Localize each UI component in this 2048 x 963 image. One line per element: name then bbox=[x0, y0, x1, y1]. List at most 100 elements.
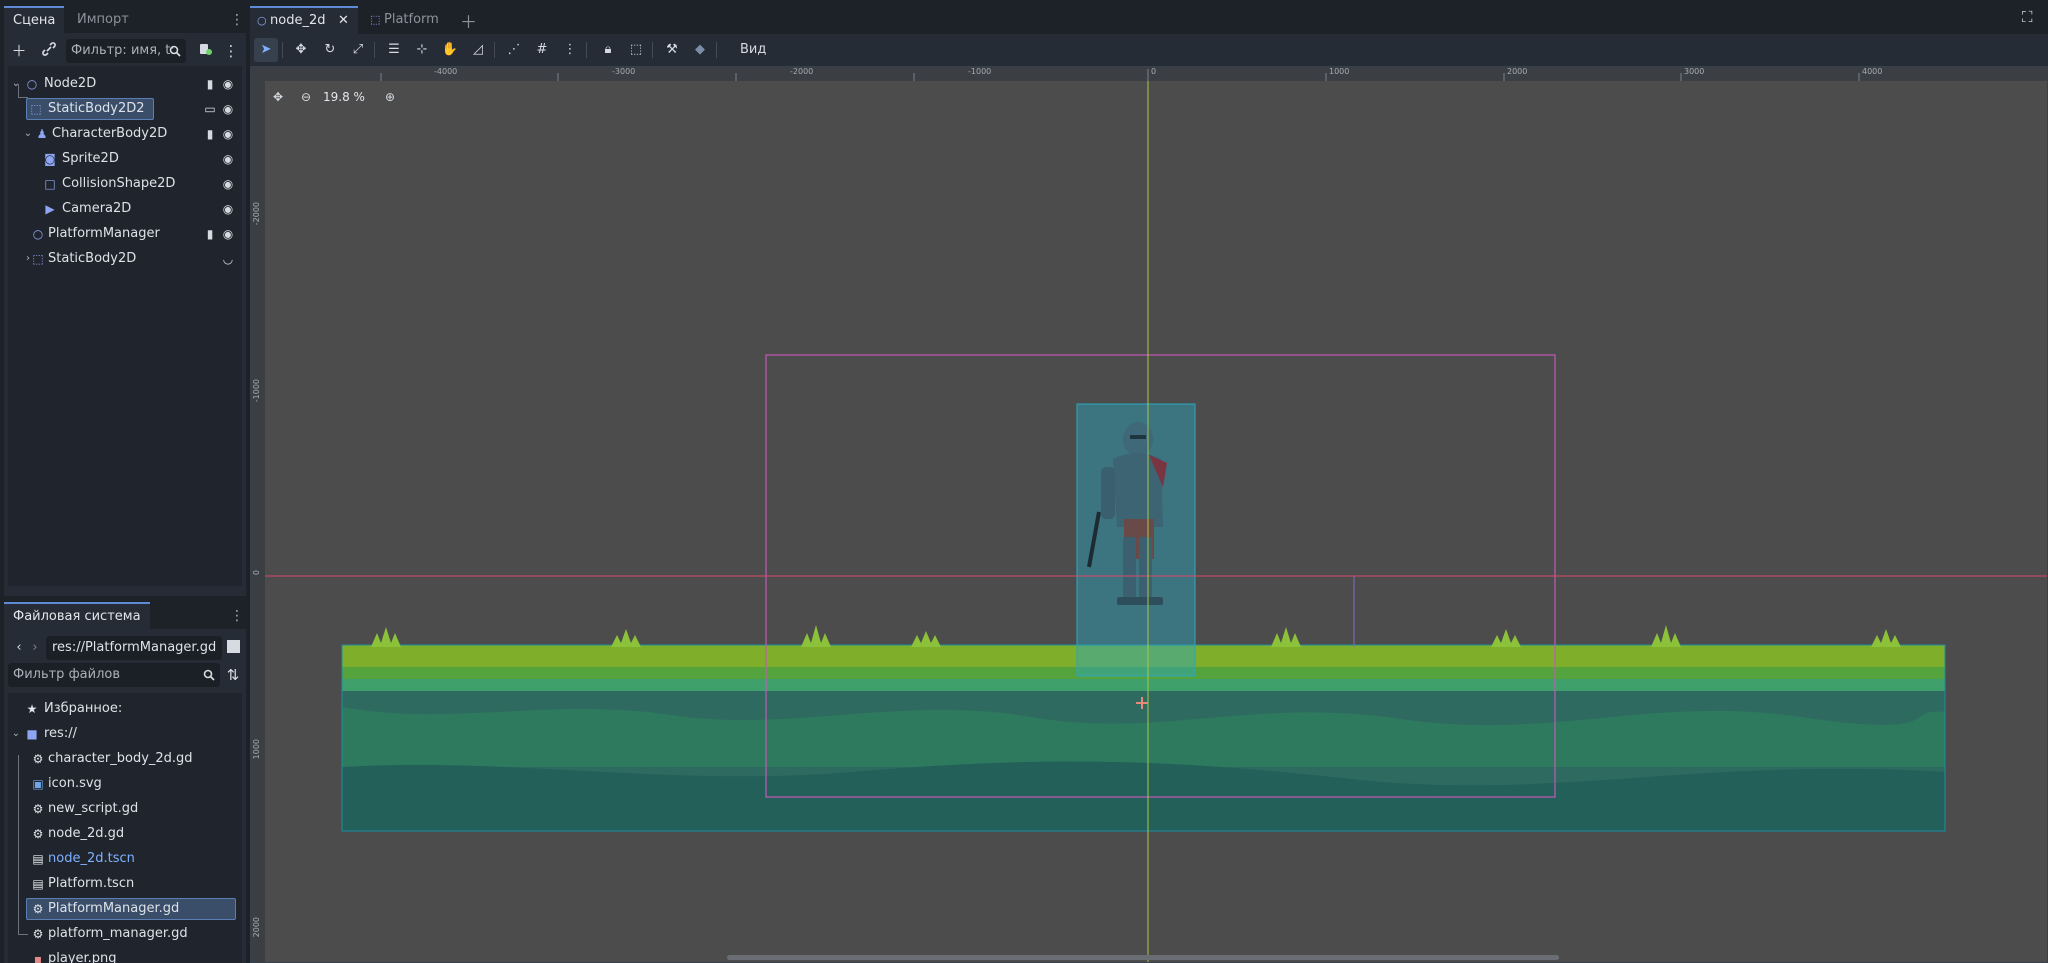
snap-options-icon[interactable]: ⋮ bbox=[558, 38, 582, 62]
tab-node-2d[interactable]: ○ node_2d ✕ bbox=[250, 6, 358, 34]
scene-toolbar: ＋ Фильтр: имя, t: ⋮ bbox=[4, 36, 246, 66]
bone-icon[interactable]: ⚒ bbox=[660, 38, 684, 62]
gear-icon: ⚙ bbox=[32, 752, 44, 766]
canvas-viewport[interactable]: -4000 -3000 -2000 -1000 0 1000 2000 3000… bbox=[250, 66, 2048, 963]
collapse-arrow-icon[interactable]: ⌄ bbox=[10, 722, 22, 746]
fullscreen-icon[interactable]: ⛶ bbox=[2022, 8, 2033, 26]
select-tool-icon[interactable]: ➤ bbox=[254, 38, 278, 62]
visibility-hidden-icon[interactable]: ◡ bbox=[220, 247, 236, 271]
tree-node-node2d[interactable]: ⌄ ○ Node2D ▮ ◉ bbox=[8, 72, 242, 96]
scene-filter-input[interactable]: Фильтр: имя, t: bbox=[66, 39, 186, 63]
camera-override-icon[interactable]: ◆ bbox=[688, 38, 712, 62]
center-view-icon[interactable]: ✥ bbox=[273, 87, 283, 107]
visibility-eye-icon[interactable]: ◉ bbox=[220, 97, 236, 121]
sort-icon[interactable]: ⇅ bbox=[222, 664, 244, 686]
ruler-label: 2000 bbox=[252, 917, 261, 938]
scale-tool-icon[interactable]: ⤢ bbox=[346, 38, 370, 62]
tree-node-collisionshape2d[interactable]: □ CollisionShape2D ◉ bbox=[8, 172, 242, 196]
pivot-tool-icon[interactable]: ⊹ bbox=[410, 38, 434, 62]
file-item[interactable]: ▣ icon.svg bbox=[8, 772, 242, 796]
collapse-arrow-icon[interactable]: ⌄ bbox=[22, 122, 34, 146]
tree-node-label: CollisionShape2D bbox=[62, 176, 176, 191]
file-item[interactable]: ⚙ character_body_2d.gd bbox=[8, 747, 242, 771]
smart-snap-icon[interactable]: ⋰ bbox=[502, 38, 526, 62]
res-root-row[interactable]: ⌄ ■ res:// bbox=[8, 722, 242, 746]
filesystem-menu-icon[interactable]: ⋮ bbox=[230, 606, 244, 626]
move-tool-icon[interactable]: ✥ bbox=[289, 38, 313, 62]
ruler-label: -2000 bbox=[790, 67, 814, 76]
document-tabs: ○ node_2d ✕ ⬚ Platform ＋ ⛶ bbox=[250, 0, 2048, 38]
tree-node-platformmanager[interactable]: ○ PlatformManager ▮ ◉ bbox=[8, 222, 242, 246]
tab-import[interactable]: Импорт bbox=[68, 6, 138, 33]
visibility-eye-icon[interactable]: ◉ bbox=[220, 147, 236, 171]
gear-icon: ⚙ bbox=[32, 902, 44, 916]
vertical-ruler[interactable]: -2000 -1000 0 1000 2000 bbox=[251, 67, 265, 962]
link-icon[interactable] bbox=[38, 40, 60, 62]
collision-shape-icon: □ bbox=[44, 177, 56, 191]
tree-node-staticbody2d[interactable]: › ⬚ StaticBody2D ◡ bbox=[8, 247, 242, 271]
visibility-eye-icon[interactable]: ◉ bbox=[220, 72, 236, 96]
ruler-label: 0 bbox=[1151, 67, 1157, 76]
collapse-arrow-icon[interactable]: ⌄ bbox=[10, 72, 22, 96]
image-icon: ▪ bbox=[33, 952, 43, 963]
horizontal-ruler[interactable]: -4000 -3000 -2000 -1000 0 1000 2000 3000… bbox=[251, 67, 2047, 81]
file-item[interactable]: ▤ Platform.tscn bbox=[8, 872, 242, 896]
tree-node-characterbody2d[interactable]: ⌄ ♟ CharacterBody2D ▮ ◉ bbox=[8, 122, 242, 146]
tab-scene[interactable]: Сцена bbox=[4, 6, 65, 33]
scene-panel-menu-icon[interactable]: ⋮ bbox=[230, 10, 244, 30]
tree-node-label: PlatformManager bbox=[48, 226, 160, 241]
file-label: new_script.gd bbox=[48, 801, 139, 816]
file-item-selected[interactable]: ⚙ PlatformManager.gd bbox=[8, 897, 242, 921]
tab-label: Platform bbox=[384, 12, 439, 27]
camera-icon: ▶ bbox=[45, 202, 55, 216]
lock-icon[interactable]: 🔒︎ bbox=[596, 38, 620, 62]
add-node-icon[interactable]: ＋ bbox=[8, 40, 30, 62]
tree-node-label: Node2D bbox=[44, 76, 97, 91]
toggle-split-icon[interactable] bbox=[222, 637, 244, 659]
rotate-tool-icon[interactable]: ↻ bbox=[318, 38, 342, 62]
tab-filesystem[interactable]: Файловая система bbox=[4, 602, 150, 629]
view-menu[interactable]: Вид bbox=[740, 38, 766, 62]
gear-icon: ⚙ bbox=[32, 827, 44, 841]
attach-script-icon[interactable] bbox=[194, 40, 216, 62]
filesystem-filter-input[interactable]: Фильтр файлов bbox=[8, 663, 220, 687]
visibility-eye-icon[interactable]: ◉ bbox=[220, 122, 236, 146]
script-icon[interactable]: ▮ bbox=[202, 72, 218, 96]
scene-tabbar: Сцена Импорт ⋮ bbox=[4, 6, 246, 33]
forward-arrow-icon[interactable]: › bbox=[24, 637, 46, 659]
script-icon[interactable]: ▮ bbox=[202, 122, 218, 146]
ruler-label: -1000 bbox=[968, 67, 992, 76]
visibility-eye-icon[interactable]: ◉ bbox=[220, 197, 236, 221]
gear-icon: ⚙ bbox=[32, 927, 44, 941]
list-select-icon[interactable]: ☰ bbox=[382, 38, 406, 62]
ruler-tool-icon[interactable]: ◿ bbox=[466, 38, 490, 62]
scene-canvas bbox=[251, 67, 2047, 962]
visibility-eye-icon[interactable]: ◉ bbox=[220, 222, 236, 246]
file-item[interactable]: ⚙ platform_manager.gd bbox=[8, 922, 242, 946]
tree-node-sprite2d[interactable]: ◙ Sprite2D ◉ bbox=[8, 147, 242, 171]
tree-node-staticbody2d2[interactable]: ⬚ StaticBody2D2 ▭ ◉ bbox=[8, 97, 242, 121]
filesystem-path-field[interactable]: res://PlatformManager.gd bbox=[46, 636, 222, 660]
tab-platform[interactable]: ⬚ Platform bbox=[364, 6, 444, 34]
file-item[interactable]: ⚙ node_2d.gd bbox=[8, 822, 242, 846]
script-icon[interactable]: ▮ bbox=[202, 222, 218, 246]
zoom-in-icon[interactable]: ⊕ bbox=[385, 87, 395, 107]
visibility-eye-icon[interactable]: ◉ bbox=[220, 172, 236, 196]
file-item[interactable]: ⚙ new_script.gd bbox=[8, 797, 242, 821]
group-icon[interactable]: ⬚ bbox=[624, 38, 648, 62]
close-icon[interactable]: ✕ bbox=[338, 8, 349, 34]
zoom-level[interactable]: 19.8 % bbox=[323, 87, 365, 107]
ruler-label: -2000 bbox=[252, 202, 261, 226]
file-item[interactable]: ▪ player.png bbox=[8, 947, 242, 963]
tree-node-camera2d[interactable]: ▶ Camera2D ◉ bbox=[8, 197, 242, 221]
ruler-label: -1000 bbox=[252, 379, 261, 403]
scene-options-icon[interactable]: ⋮ bbox=[220, 40, 242, 62]
file-item[interactable]: ▤ node_2d.tscn bbox=[8, 847, 242, 871]
grid-snap-icon[interactable]: # bbox=[530, 38, 554, 62]
zoom-out-icon[interactable]: ⊖ bbox=[301, 87, 311, 107]
favorites-row[interactable]: ★ Избранное: bbox=[8, 697, 242, 721]
add-tab-icon[interactable]: ＋ bbox=[460, 8, 477, 33]
scene-instance-icon[interactable]: ▭ bbox=[202, 97, 218, 121]
horizontal-scrollbar[interactable] bbox=[727, 955, 1559, 960]
pan-tool-icon[interactable]: ✋ bbox=[438, 38, 462, 62]
